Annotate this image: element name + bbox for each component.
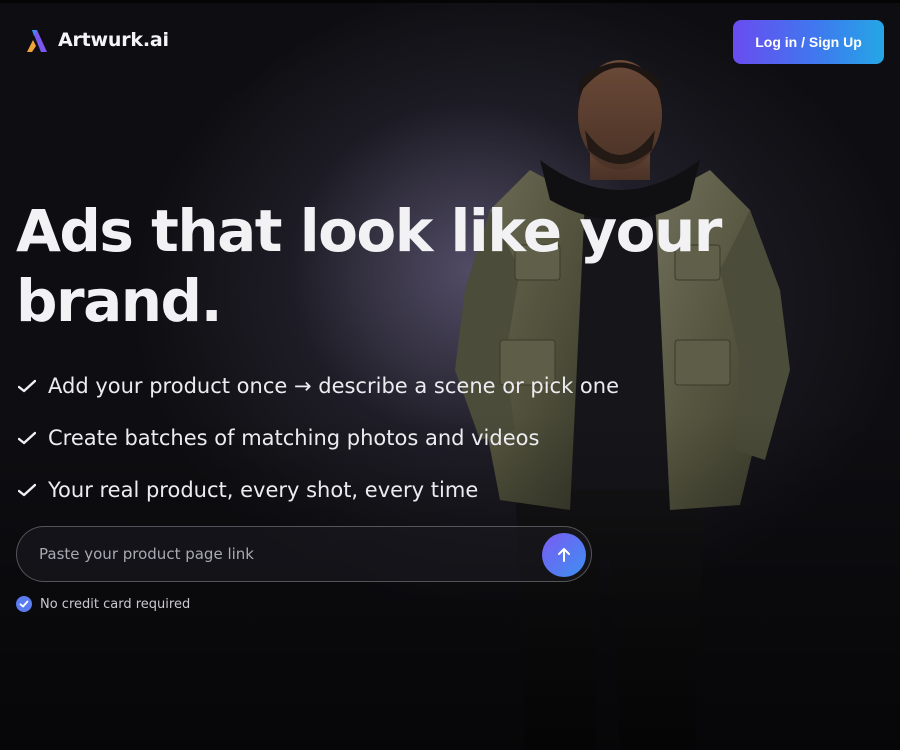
artwurk-logo-icon xyxy=(27,30,47,52)
hero-headline: Ads that look like your brand. xyxy=(16,196,776,336)
feature-item: Add your product once → describe a scene… xyxy=(18,360,718,412)
feature-list: Add your product once → describe a scene… xyxy=(18,360,718,516)
note-text: No credit card required xyxy=(40,596,191,612)
product-link-form xyxy=(16,526,592,582)
product-link-input[interactable] xyxy=(39,527,529,581)
check-icon xyxy=(18,431,36,445)
brand-name: Artwurk.ai xyxy=(58,29,169,51)
feature-text: Your real product, every shot, every tim… xyxy=(48,478,479,502)
submit-link-button[interactable] xyxy=(542,533,586,577)
brand-logo-link[interactable]: Artwurk.ai xyxy=(18,27,169,53)
verified-badge-icon xyxy=(16,596,32,612)
feature-text: Add your product once → describe a scene… xyxy=(48,374,620,398)
check-icon xyxy=(18,483,36,497)
feature-item: Your real product, every shot, every tim… xyxy=(18,464,718,516)
headline-line-2: brand. xyxy=(16,267,223,335)
headline-line-1: Ads that look like your xyxy=(16,197,722,265)
top-border xyxy=(0,0,900,3)
check-icon xyxy=(18,379,36,393)
landing-page: Artwurk.ai Log in / Sign Up Ads that loo… xyxy=(0,0,900,750)
login-signup-button[interactable]: Log in / Sign Up xyxy=(733,20,884,64)
no-credit-card-note: No credit card required xyxy=(16,596,190,612)
arrow-up-icon xyxy=(558,548,570,562)
feature-text: Create batches of matching photos and vi… xyxy=(48,426,540,450)
feature-item: Create batches of matching photos and vi… xyxy=(18,412,718,464)
